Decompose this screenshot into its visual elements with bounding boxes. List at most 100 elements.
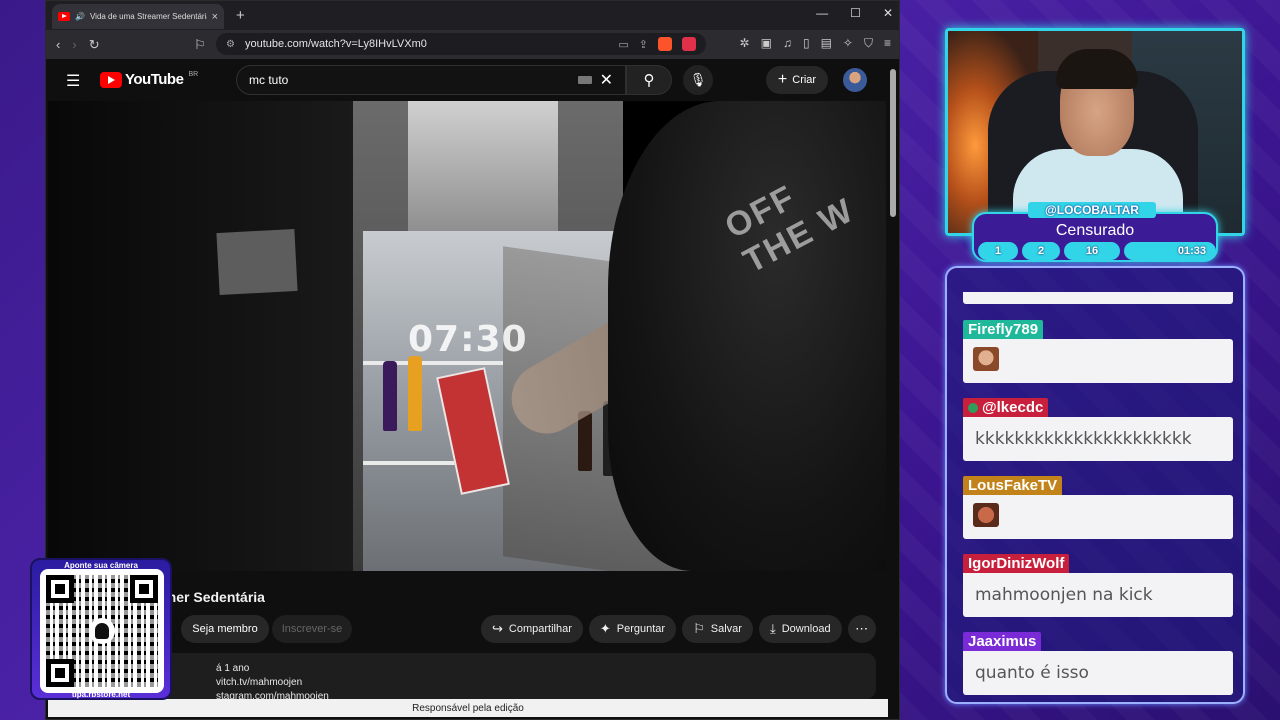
save-label: Salvar [710, 623, 742, 635]
brave-rewards-icon[interactable] [682, 37, 696, 51]
search-button[interactable]: ⚲ [626, 65, 672, 95]
chat-username-text: @lkecdc [982, 399, 1044, 416]
create-button[interactable]: + Criar [766, 66, 828, 94]
keyboard-icon[interactable] [577, 76, 592, 84]
speaker-icon[interactable]: 🔊 [75, 12, 85, 21]
sidebar-icon[interactable]: ▯ [803, 36, 810, 51]
youtube-play-icon [100, 71, 122, 88]
search-icon: ⚲ [643, 72, 655, 89]
save-button[interactable]: ⚐ Salvar [682, 615, 753, 643]
qr-finder [46, 575, 74, 603]
wallet-icon[interactable]: ▤ [821, 36, 832, 51]
download-label: Download [781, 623, 831, 635]
back-icon[interactable]: ‹ [56, 37, 60, 52]
browser-tab[interactable]: 🔊 Vida de uma Streamer Sedentária × [52, 4, 224, 29]
screenshot-icon[interactable]: ▣ [761, 36, 772, 51]
close-window-icon[interactable]: ✕ [883, 6, 893, 20]
search-input[interactable] [249, 73, 578, 87]
qr-microphone-icon [89, 618, 115, 644]
video-scene-wall [48, 101, 358, 571]
qr-finder [46, 659, 74, 687]
chat-username: @lkecdc [963, 398, 1049, 417]
youtube-favicon-icon [58, 12, 70, 21]
share-page-icon[interactable]: ⇪ [639, 38, 648, 51]
minimize-icon[interactable]: — [816, 6, 828, 20]
chat-message-body: mahmoonjen na kick [963, 573, 1233, 617]
page-scrollbar[interactable] [890, 61, 897, 701]
tab-close-icon[interactable]: × [212, 11, 218, 23]
browser-titlebar: 🔊 Vida de uma Streamer Sedentária × + — … [46, 1, 899, 30]
fridge-bottle [408, 356, 422, 431]
video-actions: ↪ Compartilhar ✦ Perguntar ⚐ Salvar ⤓ Do… [481, 615, 876, 643]
download-icon: ⤓ [769, 621, 776, 636]
chat-message: @lkecdc kkkkkkkkkkkkkkkkkkkkkk [963, 398, 1233, 461]
chat-username: LousFakeTV [963, 476, 1063, 495]
menu-icon[interactable]: ≡ [884, 36, 891, 51]
url-text: youtube.com/watch?v=Ly8IHvLVXm0 [244, 38, 427, 50]
browser-window: 🔊 Vida de uma Streamer Sedentária × + — … [45, 0, 900, 720]
stat-badge: 1 [978, 242, 1018, 260]
sparkle-icon: ✦ [599, 621, 611, 636]
more-actions-button[interactable]: ⋯ [847, 615, 876, 643]
ask-label: Perguntar [616, 623, 666, 635]
clear-search-icon[interactable]: ✕ [600, 70, 613, 90]
region-label: BR [188, 71, 199, 78]
chat-username: IgorDinizWolf [963, 554, 1070, 573]
reload-icon[interactable]: ↻ [89, 37, 100, 53]
description-link[interactable]: vitch.tv/mahmoojen [168, 676, 854, 690]
video-description[interactable]: á 1 ano vitch.tv/mahmoojen stagram.com/m… [146, 653, 876, 702]
forward-icon[interactable]: › [72, 37, 76, 52]
youtube-logo[interactable]: YouTube BR [100, 71, 198, 88]
qr-panel: Aponte sua câmera tipa.rbstore.net [30, 558, 172, 700]
ask-button[interactable]: ✦ Perguntar [588, 615, 677, 643]
site-info-icon[interactable]: ⚙ [226, 39, 235, 50]
new-tab-icon[interactable]: + [236, 7, 245, 24]
hamburger-menu-icon[interactable]: ☰ [66, 71, 80, 91]
create-label: Criar [792, 74, 817, 86]
video-scene-poster [216, 229, 298, 295]
video-scene-window [408, 101, 558, 241]
extension-icons: ✲ ▣ ♫ ▯ ▤ ✧ ⛉ ≡ [740, 36, 891, 51]
window-controls: — ☐ ✕ [816, 6, 893, 20]
address-bar: ‹ › ↻ ⚐ ⚙ youtube.com/watch?v=Ly8IHvLVXm… [46, 30, 899, 59]
microphone-icon: 🎙 [689, 72, 707, 87]
video-player[interactable]: OFF THE W 07:30 [48, 101, 886, 571]
emote-icon [973, 347, 999, 371]
streamer-status: Censurado [1055, 222, 1135, 239]
vpn-icon[interactable]: ⛉ [864, 36, 873, 51]
voice-search-button[interactable]: 🎙 [683, 65, 713, 95]
tab-title: Vida de uma Streamer Sedentária [89, 12, 207, 21]
share-button[interactable]: ↪ Compartilhar [481, 615, 583, 643]
chat-message-body: quanto é isso [963, 651, 1233, 695]
youtube-logo-text: YouTube [125, 71, 184, 88]
stat-badge: 16 [1064, 242, 1120, 260]
qr-code [40, 569, 164, 693]
maximize-icon[interactable]: ☐ [850, 6, 861, 20]
brave-shield-icon[interactable] [658, 37, 672, 51]
description-line: á 1 ano [216, 663, 250, 674]
scrollbar-thumb[interactable] [890, 69, 896, 217]
fridge-bottle [578, 411, 592, 471]
chat-message-partial [963, 292, 1233, 304]
extensions-icon[interactable]: ✲ [740, 36, 750, 51]
streamer-stats: 1 2 16 01:33 [978, 242, 1216, 260]
url-field[interactable]: ⚙ youtube.com/watch?v=Ly8IHvLVXm0 ▭ ⇪ [216, 33, 706, 55]
bookmark-page-icon[interactable]: ⚐ [194, 37, 206, 53]
video-timer-overlay: 07:30 [408, 319, 528, 360]
stat-badge: 2 [1022, 242, 1060, 260]
leo-icon[interactable]: ✧ [843, 36, 853, 51]
share-label: Compartilhar [508, 623, 572, 635]
media-icon[interactable]: ♫ [783, 36, 792, 51]
bookmark-icon: ⚐ [693, 621, 705, 636]
avatar[interactable] [843, 68, 867, 92]
share-icon: ↪ [492, 621, 503, 636]
qr-pattern [46, 575, 158, 687]
webcam-hair [1056, 49, 1138, 89]
subscribe-button[interactable]: Inscrever-se [272, 615, 352, 643]
streamer-handle: @LOCOBALTAR [1028, 202, 1156, 218]
more-icon: ⋯ [855, 621, 869, 636]
status-bar: Responsável pela edição [48, 699, 888, 717]
cast-icon[interactable]: ▭ [618, 38, 628, 51]
join-member-button[interactable]: Seja membro [181, 615, 269, 643]
download-button[interactable]: ⤓ Download [758, 615, 842, 643]
